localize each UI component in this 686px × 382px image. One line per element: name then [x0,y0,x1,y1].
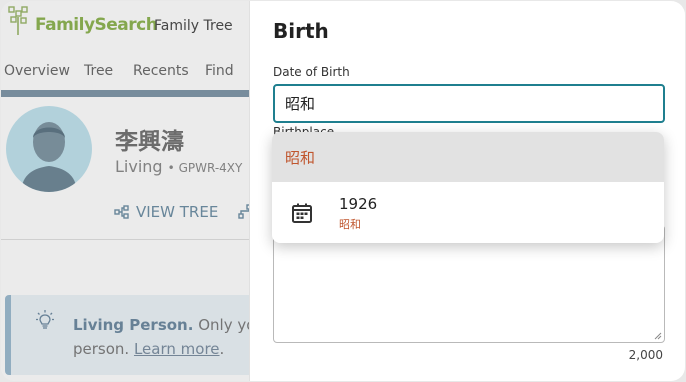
character-count: 2,000 [628,348,663,362]
date-of-birth-label: Date of Birth [273,65,350,79]
suggestion-header-label: 昭和 [285,149,316,167]
suggestion-year: 1926 [339,195,378,213]
resize-handle-icon[interactable] [654,332,662,340]
date-suggestions-dropdown: 昭和 1926 昭和 [272,132,664,243]
screen: FamilySearch Family Tree Overview Tree R… [1,1,685,381]
suggestion-era: 昭和 [339,218,361,231]
suggestion-item[interactable]: 1926 昭和 [272,182,664,243]
calendar-icon [292,203,312,223]
panel-title: Birth [273,19,329,43]
date-of-birth-input[interactable] [273,84,665,123]
suggestion-header[interactable]: 昭和 [272,132,664,182]
